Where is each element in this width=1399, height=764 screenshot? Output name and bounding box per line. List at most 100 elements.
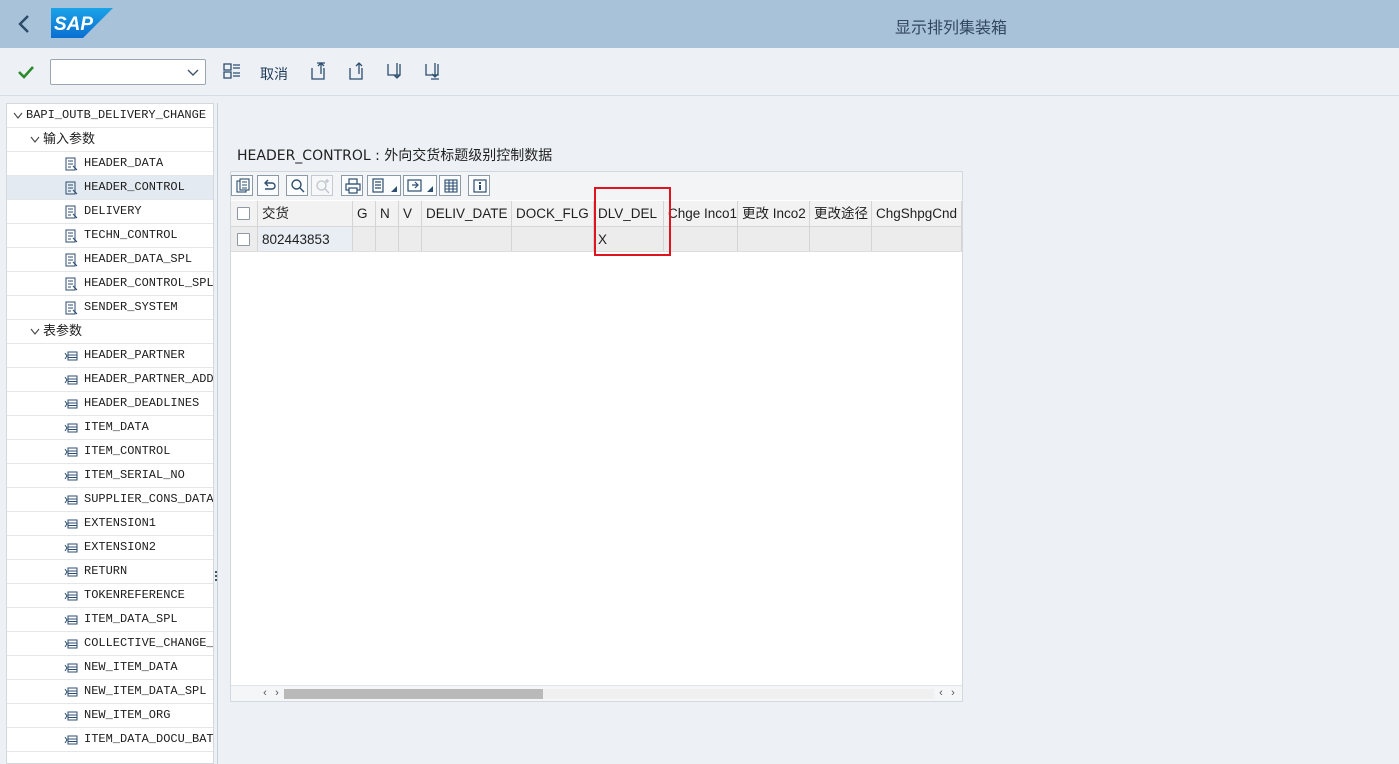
table-cell[interactable]: [399, 227, 422, 251]
tree-item-table-param[interactable]: TOKENREFERENCE: [7, 584, 213, 608]
tree-item-label: EXTENSION1: [84, 516, 157, 530]
tree-item-table-param[interactable]: HEADER_DEADLINES: [7, 392, 213, 416]
undo-button[interactable]: [257, 175, 279, 196]
scroll-left-arrow[interactable]: ‹: [259, 686, 271, 701]
expand-chevron-icon: [13, 112, 23, 119]
table-icon: [64, 447, 78, 457]
view-icon: [372, 178, 397, 193]
find-button[interactable]: [286, 175, 308, 196]
scroll-right-arrow[interactable]: ›: [271, 686, 283, 701]
table-cell[interactable]: 802443853: [258, 227, 353, 251]
table-icon: [64, 687, 78, 697]
row-select-checkbox[interactable]: [237, 233, 250, 246]
command-field[interactable]: [50, 59, 206, 85]
tree-item-table-param[interactable]: ITEM_CONTROL: [7, 440, 213, 464]
tree-group-import[interactable]: 输入参数: [7, 128, 213, 152]
table-cell[interactable]: [738, 227, 810, 251]
tree-item-label: HEADER_DATA: [84, 156, 164, 170]
print-button[interactable]: [341, 175, 363, 196]
column-header[interactable]: 更改途径: [810, 201, 872, 226]
tree-item-table-param[interactable]: ITEM_DATA_DOCU_BATCH: [7, 728, 213, 752]
enter-button[interactable]: [14, 60, 38, 84]
column-header[interactable]: DOCK_FLG: [512, 201, 594, 226]
horizontal-scrollbar[interactable]: ‹ › ‹ ›: [231, 685, 962, 701]
find-next-button[interactable]: [311, 175, 333, 196]
tree-item-table-param[interactable]: ITEM_DATA: [7, 416, 213, 440]
table-cell[interactable]: [422, 227, 512, 251]
scroll-left-arrow-end[interactable]: ‹: [935, 686, 947, 701]
last-page-button[interactable]: [422, 60, 444, 82]
tree-item-label: DELIVERY: [84, 204, 142, 218]
structure-icon: [65, 181, 78, 195]
scroll-right-arrow-end[interactable]: ›: [947, 686, 959, 701]
column-header[interactable]: 交货: [258, 201, 353, 226]
structure-icon: [65, 301, 78, 315]
tree-item-table-param[interactable]: ITEM_DATA_SPL: [7, 608, 213, 632]
tree-item-label: HEADER_CONTROL: [84, 180, 185, 194]
tree-item-table-param[interactable]: SUPPLIER_CONS_DATA: [7, 488, 213, 512]
tree-item-import-param[interactable]: HEADER_CONTROL: [7, 176, 213, 200]
tree-item-table-param[interactable]: ITEM_SERIAL_NO: [7, 464, 213, 488]
views-dropdown-button[interactable]: [367, 175, 401, 196]
structure-icon: [65, 277, 78, 291]
table-cell[interactable]: [810, 227, 872, 251]
column-header[interactable]: DLV_DEL: [594, 201, 664, 226]
tree-item-import-param[interactable]: HEADER_DATA_SPL: [7, 248, 213, 272]
table-cell[interactable]: [353, 227, 376, 251]
tree-root[interactable]: BAPI_OUTB_DELIVERY_CHANGE: [7, 104, 213, 128]
structure-icon: [65, 205, 78, 219]
tree-item-label: NEW_ITEM_DATA: [84, 660, 178, 674]
next-page-button[interactable]: [384, 60, 406, 82]
splitter-handle[interactable]: [214, 570, 218, 586]
column-header[interactable]: V: [399, 201, 422, 226]
grid-view-button[interactable]: [221, 60, 243, 82]
scroll-thumb[interactable]: [284, 689, 543, 699]
tree-group-tables[interactable]: 表参数: [7, 320, 213, 344]
tree-item-table-param[interactable]: NEW_ITEM_DATA: [7, 656, 213, 680]
column-header[interactable]: Chge Inco1: [664, 201, 738, 226]
cancel-button[interactable]: 取消: [260, 64, 288, 84]
structure-icon: [65, 229, 78, 243]
tree-item-table-param[interactable]: HEADER_PARTNER: [7, 344, 213, 368]
table-icon: [64, 711, 78, 721]
table-icon: [64, 663, 78, 673]
tree-item-table-param[interactable]: EXTENSION1: [7, 512, 213, 536]
tree-item-import-param[interactable]: HEADER_CONTROL_SPL: [7, 272, 213, 296]
previous-page-button[interactable]: [346, 60, 368, 82]
page-title: 显示排列集装箱: [895, 18, 1008, 37]
select-all-checkbox[interactable]: [237, 207, 250, 220]
table-cell[interactable]: [376, 227, 399, 251]
table-cell[interactable]: X: [594, 227, 664, 251]
column-header[interactable]: 更改 Inco2: [738, 201, 810, 226]
tree-item-table-param[interactable]: HEADER_PARTNER_ADDR: [7, 368, 213, 392]
tree-item-table-param[interactable]: NEW_ITEM_DATA_SPL: [7, 680, 213, 704]
layout-button[interactable]: [439, 175, 461, 196]
tree-item-import-param[interactable]: TECHN_CONTROL: [7, 224, 213, 248]
table-cell[interactable]: [512, 227, 594, 251]
alv-grid: 交货 G N V DELIV_DATE DOCK_FLG DLV_DEL Chge Inco1…: [230, 171, 963, 702]
tree-item-import-param[interactable]: DELIVERY: [7, 200, 213, 224]
table-cell[interactable]: [664, 227, 738, 251]
scroll-track[interactable]: [284, 689, 934, 699]
tree-item-table-param[interactable]: RETURN: [7, 560, 213, 584]
table-icon: [64, 351, 78, 361]
back-button[interactable]: [12, 10, 38, 38]
table-cell[interactable]: [872, 227, 962, 251]
tree-item-import-param[interactable]: SENDER_SYSTEM: [7, 296, 213, 320]
sap-logo: SAP: [51, 8, 113, 38]
tree-item-table-param[interactable]: EXTENSION2: [7, 536, 213, 560]
info-icon: [473, 179, 487, 193]
column-header[interactable]: ChgShpgCnd: [872, 201, 962, 226]
tree-item-table-param[interactable]: NEW_ITEM_ORG: [7, 704, 213, 728]
tree-item-label: COLLECTIVE_CHANGE_ITEMS: [84, 636, 213, 650]
column-header[interactable]: N: [376, 201, 399, 226]
info-button[interactable]: [468, 175, 490, 196]
column-header[interactable]: G: [353, 201, 376, 226]
tree-item-table-param[interactable]: COLLECTIVE_CHANGE_ITEMS: [7, 632, 213, 656]
tree-item-import-param[interactable]: HEADER_DATA: [7, 152, 213, 176]
first-page-button[interactable]: [308, 60, 330, 82]
column-header[interactable]: DELIV_DATE: [422, 201, 512, 226]
details-button[interactable]: [231, 175, 253, 196]
check-icon: [18, 66, 34, 79]
export-dropdown-button[interactable]: [403, 175, 437, 196]
